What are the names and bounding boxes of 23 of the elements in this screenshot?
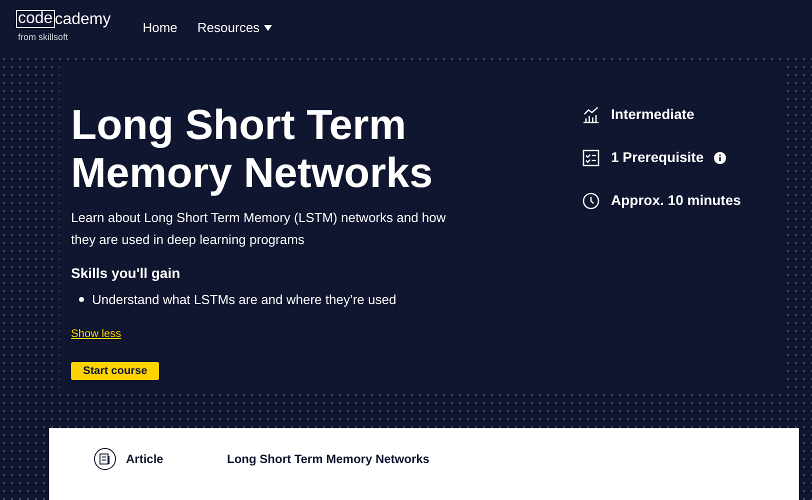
show-less-link[interactable]: Show less xyxy=(71,326,122,342)
info-icon[interactable] xyxy=(714,152,726,164)
logo-text[interactable]: cademy xyxy=(54,12,111,28)
nav-link[interactable]: Home xyxy=(142,18,178,38)
bullet-icon xyxy=(79,297,84,302)
skill-text: Understand what LSTMs are and where they’re used xyxy=(92,291,396,309)
logo-tagline: from skillsoft xyxy=(18,31,70,44)
article-icon xyxy=(94,448,116,470)
content-type: Article xyxy=(126,451,164,468)
logo-boxed-text[interactable]: code xyxy=(16,10,55,28)
content-title[interactable]: Long Short Term Memory Networks xyxy=(227,450,430,468)
nav-link[interactable]: Resources xyxy=(197,18,272,38)
start-course-button[interactable]: Start course xyxy=(71,362,160,380)
fact-label: Approx. 10 minutes xyxy=(611,191,741,210)
fact-label: 1 Prerequisite xyxy=(611,148,704,167)
chart-icon xyxy=(581,104,601,124)
checklist-icon xyxy=(581,148,601,168)
course-title: Long Short Term Memory Networks xyxy=(71,101,434,197)
fact-label: Intermediate xyxy=(611,105,694,124)
clock-icon xyxy=(581,190,601,210)
caret-icon xyxy=(264,24,272,30)
skills-heading: Skills you'll gain xyxy=(71,264,182,283)
course-description: Learn about Long Short Term Memory (LSTM) networks and how they are used in deep learning programs xyxy=(71,209,447,249)
